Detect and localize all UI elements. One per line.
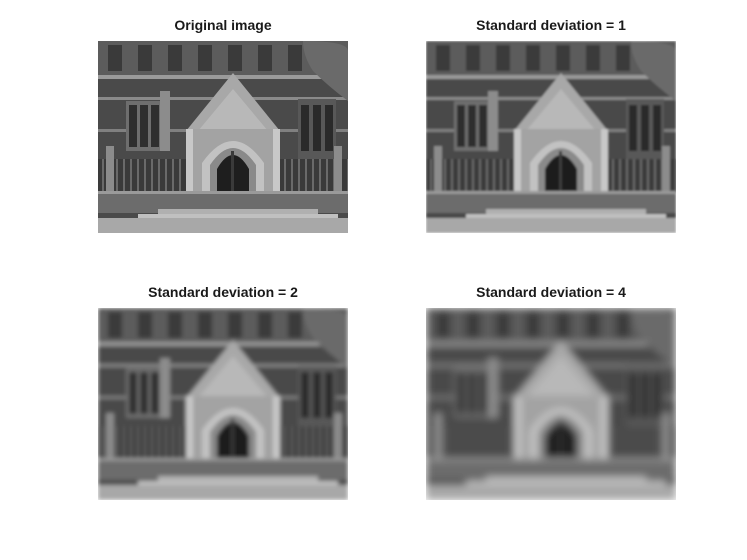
photo-sd-1 — [426, 41, 676, 233]
steps — [158, 209, 318, 214]
steps — [158, 476, 318, 481]
panel-title: Standard deviation = 4 — [476, 284, 626, 300]
pavement — [98, 218, 348, 233]
panel-title: Original image — [174, 17, 272, 33]
panel-title: Standard deviation = 2 — [148, 284, 298, 300]
panel-sd-2: Standard deviation = 2 — [98, 284, 348, 500]
photo-sd-4 — [426, 308, 676, 500]
steps — [486, 476, 646, 481]
panel-sd-4: Standard deviation = 4 — [426, 284, 676, 500]
steps — [486, 209, 646, 214]
pavement — [426, 218, 676, 233]
photo-original — [98, 41, 348, 233]
pavement — [426, 485, 676, 500]
panel-original: Original image — [98, 17, 348, 233]
photo-sd-2 — [98, 308, 348, 500]
pavement — [98, 485, 348, 500]
panel-title: Standard deviation = 1 — [476, 17, 626, 33]
panel-sd-1: Standard deviation = 1 — [426, 17, 676, 233]
